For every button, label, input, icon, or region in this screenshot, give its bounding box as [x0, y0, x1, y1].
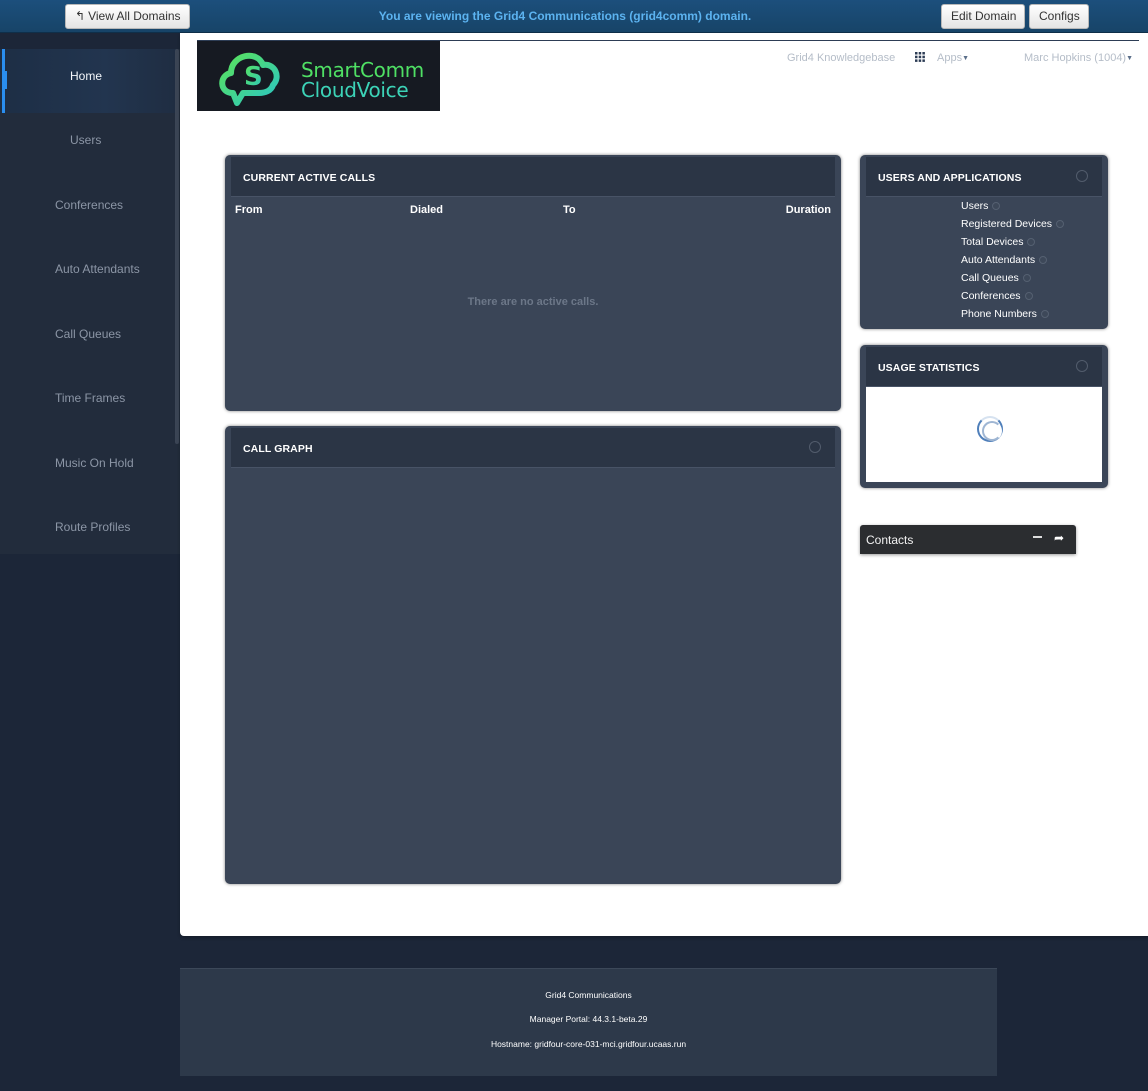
stat-label: Conferences — [961, 290, 1021, 302]
configs-button[interactable]: Configs — [1029, 4, 1089, 29]
logo[interactable]: S SmartComm CloudVoice — [197, 41, 440, 111]
info-dot-icon — [1024, 292, 1033, 300]
card-header: CURRENT ACTIVE CALLS — [231, 157, 835, 197]
sidebar-item-label: Music On Hold — [55, 456, 134, 470]
column-header-from[interactable]: From — [235, 204, 263, 216]
sidebar-item-label: Call Queues — [55, 327, 122, 341]
info-dot-icon — [992, 202, 1001, 210]
active-calls-card: CURRENT ACTIVE CALLS From Dialed To Dura… — [225, 155, 841, 411]
edit-domain-button[interactable]: Edit Domain — [941, 4, 1025, 29]
sidebar-item-label: Auto Attendants — [55, 262, 140, 276]
sidebar-item-call-queues[interactable]: Call Queues — [0, 307, 176, 371]
stat-phone-numbers[interactable]: Phone Numbers — [961, 308, 1049, 320]
sidebar: Home Users Conferences Auto Attendants C… — [0, 49, 180, 554]
svg-text:S: S — [244, 62, 263, 92]
view-all-domains-label: View All Domains — [88, 9, 181, 23]
apps-dropdown[interactable]: Apps▼ — [937, 52, 969, 64]
share-arrow-icon[interactable]: ➦ — [1054, 531, 1064, 545]
stat-registered-devices[interactable]: Registered Devices — [961, 218, 1065, 230]
card-title: USERS AND APPLICATIONS — [878, 172, 1022, 184]
sidebar-item-music-on-hold[interactable]: Music On Hold — [0, 436, 176, 500]
calls-table-header: From Dialed To Duration — [225, 155, 831, 216]
logo-line-1: SmartComm — [301, 58, 424, 82]
user-menu[interactable]: Marc Hopkins (1004)▼ — [1024, 52, 1133, 64]
logo-line-2: CloudVoice — [301, 78, 409, 102]
sidebar-item-label: Time Frames — [55, 391, 126, 405]
stat-call-queues[interactable]: Call Queues — [961, 272, 1031, 284]
card-header: USAGE STATISTICS — [866, 347, 1102, 387]
stat-label: Total Devices — [961, 236, 1024, 248]
domain-notice: You are viewing the Grid4 Communications… — [378, 9, 752, 23]
sidebar-item-auto-attendants[interactable]: Auto Attendants — [0, 242, 176, 306]
collapse-icon[interactable] — [1076, 170, 1088, 182]
sidebar-scrollbar[interactable] — [175, 49, 179, 444]
sidebar-item-conferences[interactable]: Conferences — [0, 178, 176, 242]
stat-auto-attendants[interactable]: Auto Attendants — [961, 254, 1048, 266]
sidebar-item-users[interactable]: Users — [0, 113, 176, 177]
stat-total-devices[interactable]: Total Devices — [961, 236, 1036, 248]
top-bar: ↰ View All Domains You are viewing the Gr… — [0, 0, 1148, 33]
contacts-label: Contacts — [866, 533, 914, 547]
stat-label: Auto Attendants — [961, 254, 1036, 266]
stat-label: Phone Numbers — [961, 308, 1037, 320]
footer-portal-version: Manager Portal: 44.3.1-beta.29 — [529, 1014, 648, 1024]
card-title: CURRENT ACTIVE CALLS — [243, 172, 376, 184]
sidebar-item-label: Conferences — [55, 198, 124, 212]
stat-conferences[interactable]: Conferences — [961, 290, 1033, 302]
sidebar-item-home[interactable]: Home — [0, 49, 176, 113]
card-header: USERS AND APPLICATIONS — [866, 157, 1102, 197]
stat-label: Users — [961, 200, 989, 212]
footer-hostname: Hostname: gridfour-core-031-mci.gridfour… — [490, 1039, 687, 1049]
call-graph-card: CALL GRAPH — [225, 426, 841, 884]
card-title: CALL GRAPH — [243, 443, 313, 455]
users-applications-card: USERS AND APPLICATIONS Users Registered … — [860, 155, 1108, 329]
footer: Grid4 Communications Manager Portal: 44.… — [180, 968, 997, 1076]
sidebar-item-time-frames[interactable]: Time Frames — [0, 371, 176, 435]
apps-grid-icon[interactable] — [915, 52, 925, 62]
column-header-to[interactable]: To — [563, 204, 576, 216]
caret-down-icon: ▼ — [962, 55, 970, 62]
view-all-domains-button[interactable]: ↰ View All Domains — [65, 4, 190, 29]
stat-label: Call Queues — [961, 272, 1019, 284]
apps-label: Apps — [937, 52, 963, 64]
usage-body — [866, 387, 1102, 482]
info-dot-icon — [1022, 274, 1031, 282]
info-dot-icon — [1056, 220, 1065, 228]
collapse-icon[interactable] — [1076, 360, 1088, 372]
info-dot-icon — [1027, 238, 1036, 246]
sidebar-item-label: Users — [70, 133, 102, 147]
loading-spinner-icon — [977, 416, 1003, 442]
reply-arrow-icon: ↰ — [75, 9, 86, 23]
contacts-dock[interactable]: Contacts ➦ — [860, 525, 1076, 554]
card-header: CALL GRAPH — [231, 428, 835, 468]
card-title: USAGE STATISTICS — [878, 362, 980, 374]
sidebar-item-label: Route Profiles — [55, 520, 131, 534]
user-name: Marc Hopkins (1004) — [1024, 52, 1127, 64]
sidebar-item-route-profiles[interactable]: Route Profiles — [0, 500, 176, 564]
column-header-dialed[interactable]: Dialed — [410, 204, 443, 216]
stat-users[interactable]: Users — [961, 200, 1001, 212]
stat-label: Registered Devices — [961, 218, 1053, 230]
usage-statistics-card: USAGE STATISTICS — [860, 345, 1108, 488]
info-dot-icon — [1040, 310, 1049, 318]
collapse-icon[interactable] — [809, 441, 821, 453]
minimize-icon[interactable] — [1033, 536, 1042, 538]
caret-down-icon: ▼ — [1126, 55, 1134, 62]
empty-message: There are no active calls. — [467, 296, 599, 308]
info-dot-icon — [1039, 256, 1048, 264]
calls-table — [231, 217, 835, 405]
knowledgebase-link[interactable]: Grid4 Knowledgebase — [787, 52, 895, 64]
column-header-duration[interactable]: Duration — [786, 204, 831, 216]
footer-company: Grid4 Communications — [545, 990, 632, 1000]
sidebar-item-label: Home — [70, 69, 103, 83]
